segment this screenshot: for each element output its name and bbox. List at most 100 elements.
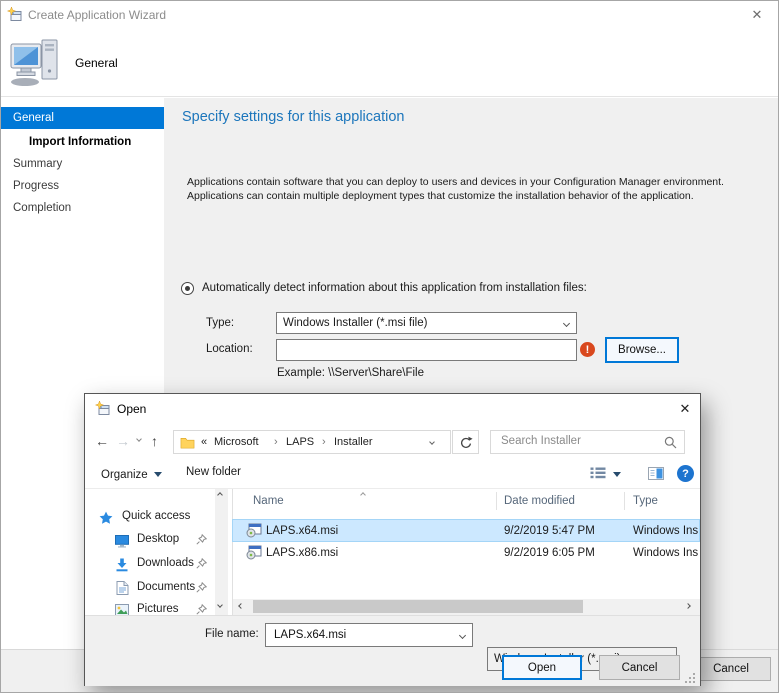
- scroll-down-icon[interactable]: [217, 602, 223, 608]
- sidebar-item-summary[interactable]: Summary: [1, 153, 164, 175]
- file-list: Name Date modified Type: [233, 489, 700, 615]
- close-icon[interactable]: ✕: [745, 6, 769, 24]
- browse-button[interactable]: Browse...: [605, 337, 679, 363]
- sidebar-item-progress[interactable]: Progress: [1, 175, 164, 197]
- msi-file-icon: [246, 522, 262, 541]
- example-hint: Example: \\Server\Share\File: [277, 367, 424, 379]
- recent-locations-chevron-icon[interactable]: [136, 436, 142, 442]
- location-input-wrap: [276, 339, 577, 361]
- open-dialog-icon: [95, 401, 111, 420]
- address-dropdown-chevron-icon[interactable]: [429, 439, 435, 445]
- file-name-label: File name:: [205, 628, 259, 640]
- organize-dropdown-icon: [154, 472, 162, 477]
- file-row-laps-x64[interactable]: LAPS.x64.msi 9/2/2019 5:47 PM Windows In…: [233, 520, 699, 541]
- breadcrumb-prefix: «: [201, 436, 207, 448]
- nav-pane-scrollbar[interactable]: [215, 489, 228, 615]
- validation-error-icon: !: [580, 342, 595, 357]
- horizontal-scrollbar[interactable]: [233, 599, 700, 615]
- change-view-button[interactable]: [590, 467, 621, 482]
- sidebar-item-import-information[interactable]: Import Information: [1, 131, 164, 153]
- open-button[interactable]: Open: [502, 655, 582, 680]
- file-row-laps-x86[interactable]: LAPS.x86.msi 9/2/2019 6:05 PM Windows In…: [233, 542, 699, 563]
- scroll-left-icon[interactable]: [238, 603, 244, 609]
- back-icon[interactable]: ←: [95, 434, 109, 448]
- breadcrumb-laps[interactable]: LAPS: [286, 436, 314, 448]
- column-header-type[interactable]: Type: [633, 495, 658, 507]
- search-icon: [664, 436, 677, 452]
- up-icon[interactable]: ↑: [151, 434, 158, 448]
- help-icon[interactable]: ?: [677, 465, 694, 482]
- description-line-2: Applications can contain multiple deploy…: [187, 190, 694, 202]
- resize-grip[interactable]: [685, 673, 696, 687]
- wizard-icon: [7, 7, 23, 26]
- sidebar-item-completion[interactable]: Completion: [1, 197, 164, 219]
- nav-item-desktop[interactable]: Desktop: [85, 531, 215, 551]
- dialog-main-area: Quick access Desktop: [85, 489, 700, 615]
- chevron-down-icon: [459, 632, 466, 639]
- organize-menu-button[interactable]: Organize: [101, 466, 162, 483]
- open-dialog-title: Open: [117, 402, 146, 416]
- refresh-button[interactable]: [452, 430, 479, 454]
- header-page-title: General: [75, 56, 118, 70]
- scroll-up-icon[interactable]: [217, 492, 223, 498]
- file-name-combobox[interactable]: [265, 623, 473, 647]
- computer-icon: [9, 37, 61, 90]
- details-view-icon: [590, 467, 606, 482]
- file-date: 9/2/2019 5:47 PM: [504, 525, 595, 537]
- msi-file-icon: [246, 544, 262, 563]
- sidebar-item-general[interactable]: General: [1, 107, 164, 129]
- auto-detect-radio[interactable]: [181, 282, 194, 295]
- downloads-icon: [115, 558, 129, 575]
- column-header-date-modified[interactable]: Date modified: [504, 495, 575, 507]
- pin-icon[interactable]: [196, 534, 207, 548]
- scrollbar-thumb[interactable]: [253, 600, 583, 613]
- description-line-1: Applications contain software that you c…: [187, 176, 724, 188]
- quick-access-star-icon: [99, 511, 113, 528]
- new-folder-button[interactable]: New folder: [186, 466, 241, 478]
- scroll-right-icon[interactable]: [685, 603, 691, 609]
- preview-pane-icon[interactable]: [648, 467, 664, 483]
- pictures-icon: [115, 604, 129, 615]
- type-label: Type:: [206, 317, 234, 329]
- search-input[interactable]: [499, 434, 662, 448]
- dialog-cancel-button[interactable]: Cancel: [599, 655, 680, 680]
- type-combobox[interactable]: Windows Installer (*.msi file): [276, 312, 577, 334]
- desktop-icon: [115, 534, 129, 551]
- folder-icon: [180, 436, 195, 452]
- open-dialog-close-icon[interactable]: ✕: [673, 399, 697, 419]
- file-type: Windows Ins: [633, 525, 698, 537]
- nav-item-documents[interactable]: Documents: [85, 579, 215, 599]
- file-date: 9/2/2019 6:05 PM: [504, 547, 595, 559]
- location-input[interactable]: [283, 342, 574, 356]
- chevron-down-icon: [563, 320, 570, 327]
- pin-icon[interactable]: [196, 558, 207, 572]
- pin-icon[interactable]: [196, 582, 207, 596]
- file-name: LAPS.x64.msi: [266, 525, 338, 537]
- address-bar[interactable]: « Microsoft › LAPS › Installer: [173, 430, 451, 454]
- wizard-header: General: [1, 29, 779, 97]
- command-toolbar: Organize New folder: [85, 460, 700, 489]
- forward-icon[interactable]: →: [116, 434, 130, 448]
- open-dialog-titlebar: Open ✕: [85, 394, 700, 424]
- column-header-row: Name Date modified Type: [233, 489, 700, 513]
- file-name-input[interactable]: [272, 628, 448, 642]
- dialog-footer: File name: Windows Installer (*.msi) Ope…: [85, 615, 700, 686]
- file-type: Windows Ins: [633, 547, 698, 559]
- window-title: Create Application Wizard: [28, 8, 166, 22]
- wizard-titlebar: Create Application Wizard ✕: [1, 1, 779, 29]
- nav-item-quick-access[interactable]: Quick access: [85, 508, 215, 528]
- pin-icon[interactable]: [196, 604, 207, 615]
- search-box[interactable]: [490, 430, 685, 454]
- breadcrumb-installer[interactable]: Installer: [334, 436, 373, 448]
- refresh-icon: [459, 436, 473, 453]
- column-header-name[interactable]: Name: [253, 495, 284, 507]
- nav-item-downloads[interactable]: Downloads: [85, 555, 215, 575]
- navigation-pane: Quick access Desktop: [85, 489, 232, 615]
- breadcrumb-separator: ›: [274, 436, 278, 448]
- documents-icon: [116, 581, 129, 598]
- wizard-cancel-button[interactable]: Cancel: [691, 657, 771, 681]
- breadcrumb-microsoft[interactable]: Microsoft: [214, 436, 259, 448]
- location-label: Location:: [206, 343, 253, 355]
- nav-item-pictures[interactable]: Pictures: [85, 601, 215, 615]
- nav-row: ← → ↑ « Microsoft › LAPS › Installer: [85, 424, 700, 460]
